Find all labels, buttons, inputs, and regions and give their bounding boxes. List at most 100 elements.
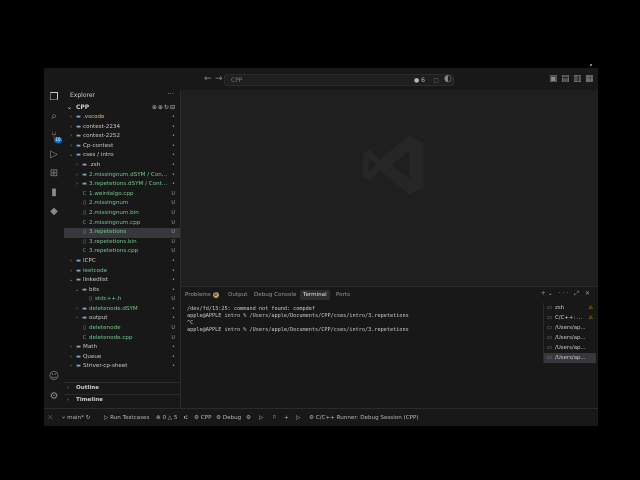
problems-status[interactable]: ⊗ 0 △ 5 xyxy=(156,412,177,424)
tree-file[interactable]: C 2.missingnum.cpp U xyxy=(64,219,180,229)
explorer-icon[interactable]: ❐ xyxy=(48,92,60,104)
tree-folder[interactable]: ⌄ ▬ linkedlist • xyxy=(64,276,180,286)
back-arrow-icon[interactable]: ← xyxy=(204,74,212,84)
tree-file[interactable]: C 1.weirdalgo.cpp U xyxy=(64,190,180,200)
chevron-right-icon: › xyxy=(70,363,72,370)
toggle-panel-icon[interactable]: ▤ xyxy=(561,74,570,84)
tab-ports[interactable]: Ports xyxy=(336,290,350,300)
panel-actions[interactable]: +⌄ ··· ⤢ ✕ xyxy=(541,290,592,298)
tree-folder[interactable]: ⌄ ▬ cses / intro • xyxy=(64,151,180,161)
add-icon[interactable]: + xyxy=(284,412,289,424)
tree-folder[interactable]: › ▬ 3.repetetions.dSYM / Cont... • xyxy=(64,180,180,190)
ports-icon[interactable]: ⑆ xyxy=(184,412,187,424)
git-status: • xyxy=(172,133,175,140)
tab-output[interactable]: Output xyxy=(228,290,247,300)
python-icon[interactable]: ◆ xyxy=(48,206,60,218)
tree-folder[interactable]: › ▬ 2.missingnum.dSYM / Con... • xyxy=(64,171,180,181)
debug-run-icon[interactable]: ⚐ xyxy=(272,412,277,424)
tree-folder[interactable]: › ▬ leetcode • xyxy=(64,267,180,277)
remote-icon[interactable]: ⤫ xyxy=(48,412,52,424)
tree-file[interactable]: Cdeletenode.cpp U xyxy=(64,334,180,344)
more-actions-icon[interactable]: ··· xyxy=(167,90,174,98)
file-icon: ▯ xyxy=(83,325,86,332)
tree-folder[interactable]: › ▬ .vscode • xyxy=(64,113,180,123)
extensions-icon[interactable]: ⊞ xyxy=(48,168,60,180)
run-testcases-label: Run Testcases xyxy=(110,415,150,421)
tree-folder[interactable]: › ▬ deletenode.dSYM • xyxy=(64,305,180,315)
command-center-search[interactable]: CPP ● 6 ▢ xyxy=(224,74,454,86)
folder-icon: ▬ xyxy=(76,142,81,149)
settings-gear-icon[interactable]: ⚙ xyxy=(246,412,251,424)
avatar[interactable]: ☺ xyxy=(48,371,60,383)
editor-area[interactable] xyxy=(181,90,598,286)
tab-problems[interactable]: Problems 8 xyxy=(185,290,219,300)
tab-debug-console[interactable]: Debug Console xyxy=(254,290,296,300)
folder-icon: ▬ xyxy=(82,181,87,188)
terminal-instance[interactable]: ▭/Users/ap... xyxy=(544,343,596,353)
tree-folder[interactable]: › ▬ Queue • xyxy=(64,353,180,363)
customize-layout-icon[interactable]: ▦ xyxy=(585,74,594,84)
chevron-down-icon: ⌄ xyxy=(68,152,74,159)
branch-status[interactable]: ⑂ main* ↻ xyxy=(62,412,90,424)
chevron-right-icon: › xyxy=(76,171,78,178)
vscode-logo-watermark xyxy=(363,135,424,195)
terminal-instance[interactable]: ▭ C/C++: ... ⚠ xyxy=(544,313,596,323)
gear-icon[interactable]: ⚙ xyxy=(48,391,60,403)
tree-file[interactable]: ▯ deletenode U xyxy=(64,324,180,334)
chevron-right-icon: › xyxy=(76,305,78,312)
terminal-instance[interactable]: ▭/Users/ap... xyxy=(544,353,596,363)
tree-folder[interactable]: › ▬ Cp-contest • xyxy=(64,142,180,152)
terminal-output[interactable]: /dev/fd/13:25: command not found: compde… xyxy=(187,306,537,406)
search-icon[interactable]: ⌕ xyxy=(48,111,60,123)
toggle-secondary-sidebar-icon[interactable]: ▥ xyxy=(573,74,582,84)
terminal-instance[interactable]: ▭/Users/ap... xyxy=(544,323,596,333)
tree-folder[interactable]: › ▬ ICPC • xyxy=(64,257,180,267)
tree-file[interactable]: ▯ 3.repetetions.bin U xyxy=(64,238,180,248)
run-debug-icon[interactable]: ▷ xyxy=(48,149,60,161)
explorer-actions[interactable]: ⊕⊕↻⊟ xyxy=(152,103,176,113)
tree-folder[interactable]: ⌄ ▬ bits • xyxy=(64,286,180,296)
tree-folder[interactable]: › ▬ Striver-cp-sheet • xyxy=(64,362,180,372)
git-status: • xyxy=(172,142,175,149)
git-status: • xyxy=(172,257,175,264)
run-testcases-button[interactable]: ▷ Run Testcases xyxy=(104,412,149,424)
run-icon[interactable]: ▷ xyxy=(259,412,263,424)
tree-file[interactable]: ▯ 2.missingnum.bin U xyxy=(64,209,180,219)
cpp-config[interactable]: ⚙ CPP xyxy=(194,412,211,424)
copilot-indicator[interactable]: ● 6 xyxy=(414,75,425,87)
chevron-right-icon: › xyxy=(70,267,72,274)
forward-arrow-icon[interactable]: → xyxy=(215,74,223,84)
tree-folder[interactable]: › ▬ output • xyxy=(64,314,180,324)
terminal-instance[interactable]: ▭/Users/ap... xyxy=(544,333,596,343)
tree-file[interactable]: C 3.repetetions.cpp U xyxy=(64,247,180,257)
workspace-root[interactable]: ⌄ CPP ⊕⊕↻⊟ xyxy=(64,103,180,113)
folder-icon: ▬ xyxy=(76,344,81,351)
cpp-file-icon: C xyxy=(82,219,87,226)
tree-folder[interactable]: › ▬ .zsh • xyxy=(64,161,180,171)
chart-icon[interactable]: ▮ xyxy=(48,187,60,199)
chat-icon[interactable]: ▢ xyxy=(433,75,439,87)
terminal-icon: ▭ xyxy=(547,305,553,311)
timeline-section[interactable]: › Timeline xyxy=(64,394,180,405)
terminal-instance[interactable]: ▭ zsh ⚠ xyxy=(544,303,596,313)
tree-file[interactable]: ▯ 3.repetetions U xyxy=(64,228,180,238)
toggle-sidebar-icon[interactable]: ▣ xyxy=(549,74,558,84)
tree-file[interactable]: ▯ stdc++.h U xyxy=(64,295,180,305)
git-status: U xyxy=(171,334,175,341)
tab-terminal[interactable]: Terminal xyxy=(300,290,330,300)
outline-section[interactable]: › Outline xyxy=(64,382,180,393)
tree-folder[interactable]: › ▬ Math • xyxy=(64,343,180,353)
play-debug-icon[interactable]: ▷ xyxy=(296,412,300,424)
tree-folder[interactable]: › ▬ contest-2234 • xyxy=(64,123,180,133)
search-text: CPP xyxy=(231,77,243,84)
terminal-label: /Users/ap... xyxy=(555,335,585,341)
explorer-sidebar: Explorer ··· ⌄ CPP ⊕⊕↻⊟ › ▬ .vscode • › ▬ cont… xyxy=(64,90,181,408)
source-control-icon[interactable]: ⑂ 10 xyxy=(48,130,62,143)
tree-file[interactable]: ▯ 2.missingnum U xyxy=(64,199,180,209)
git-status: • xyxy=(172,181,175,188)
tree-folder[interactable]: › ▬ contest-2252 • xyxy=(64,132,180,142)
debug-button[interactable]: ⚙ Debug xyxy=(216,412,241,424)
runner-status[interactable]: ⚙ C/C++ Runner: Debug Session (CPP) xyxy=(309,412,419,424)
copilot-icon[interactable]: ◐ xyxy=(444,74,452,84)
folder-icon: ▬ xyxy=(76,353,81,360)
